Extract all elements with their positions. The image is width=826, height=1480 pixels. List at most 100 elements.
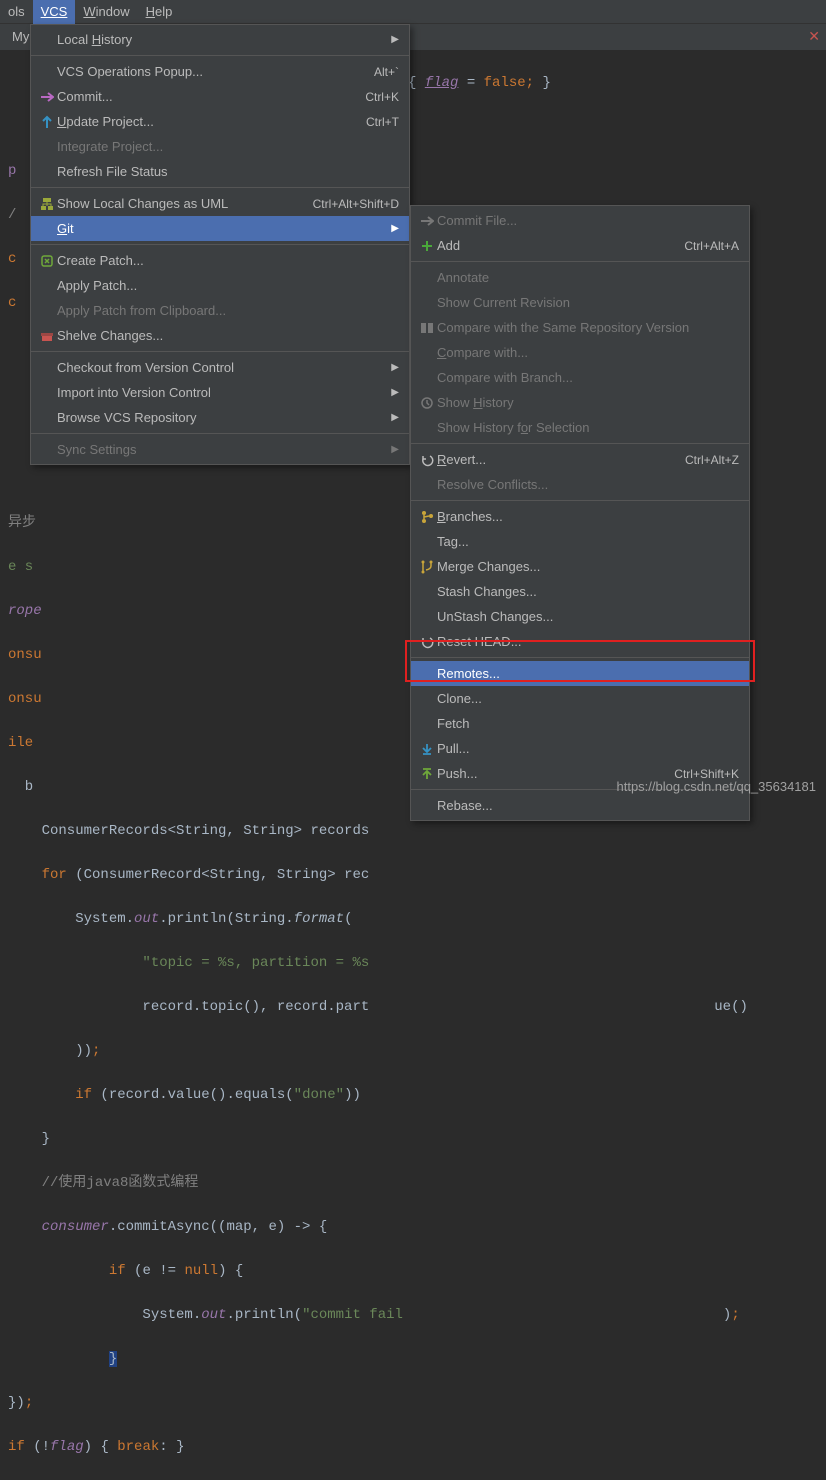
menu-item-label: Tag... bbox=[437, 534, 739, 549]
menu-help-label: Help bbox=[146, 4, 173, 19]
shortcut-label: Ctrl+Alt+Z bbox=[685, 453, 739, 467]
menu-stash[interactable]: Stash Changes... bbox=[411, 579, 749, 604]
menubar: ols VCS Window Help bbox=[0, 0, 826, 24]
menu-separator bbox=[411, 261, 749, 262]
menu-item-label: Merge Changes... bbox=[437, 559, 739, 574]
menu-item-label: VCS Operations Popup... bbox=[57, 64, 354, 79]
menu-item-label: UnStash Changes... bbox=[437, 609, 739, 624]
menu-item-label: Import into Version Control bbox=[57, 385, 389, 400]
menu-unstash[interactable]: UnStash Changes... bbox=[411, 604, 749, 629]
menu-tag[interactable]: Tag... bbox=[411, 529, 749, 554]
reset-icon bbox=[417, 635, 437, 649]
menu-item-label: Compare with the Same Repository Version bbox=[437, 320, 739, 335]
menu-item-label: Stash Changes... bbox=[437, 584, 739, 599]
submenu-arrow-icon: ▶ bbox=[389, 362, 399, 373]
menu-clone[interactable]: Clone... bbox=[411, 686, 749, 711]
menu-item-label: Show History bbox=[437, 395, 739, 410]
menu-item-label: Apply Patch from Clipboard... bbox=[57, 303, 399, 318]
merge-icon bbox=[417, 560, 437, 574]
menu-revert[interactable]: Revert... Ctrl+Alt+Z bbox=[411, 447, 749, 472]
commit-icon bbox=[417, 214, 437, 228]
menu-separator bbox=[31, 55, 409, 56]
menu-reset-head[interactable]: Reset HEAD... bbox=[411, 629, 749, 654]
menu-update-project[interactable]: Update Project... Ctrl+T bbox=[31, 109, 409, 134]
menu-item-label: Local History bbox=[57, 32, 389, 47]
menu-window-label: Window bbox=[83, 4, 129, 19]
menu-item-label: Add bbox=[437, 238, 664, 253]
menu-import-vc[interactable]: Import into Version Control ▶ bbox=[31, 380, 409, 405]
revert-icon bbox=[417, 453, 437, 467]
menu-fragment-tools[interactable]: ols bbox=[0, 0, 33, 24]
menu-apply-patch[interactable]: Apply Patch... bbox=[31, 273, 409, 298]
menu-item-label: Refresh File Status bbox=[57, 164, 399, 179]
menu-fetch[interactable]: Fetch bbox=[411, 711, 749, 736]
menu-refresh-status[interactable]: Refresh File Status bbox=[31, 159, 409, 184]
menu-show-uml[interactable]: Show Local Changes as UML Ctrl+Alt+Shift… bbox=[31, 191, 409, 216]
menu-apply-patch-clipboard: Apply Patch from Clipboard... bbox=[31, 298, 409, 323]
menu-item-label: Create Patch... bbox=[57, 253, 399, 268]
menu-separator bbox=[31, 433, 409, 434]
menu-item-label: Commit File... bbox=[437, 213, 739, 228]
menu-merge[interactable]: Merge Changes... bbox=[411, 554, 749, 579]
patch-icon bbox=[37, 254, 57, 268]
branch-icon bbox=[417, 510, 437, 524]
menu-item-label: Show Local Changes as UML bbox=[57, 196, 293, 211]
close-icon[interactable]: ✕ bbox=[808, 28, 820, 45]
push-icon bbox=[417, 767, 437, 781]
menu-commit[interactable]: Commit... Ctrl+K bbox=[31, 84, 409, 109]
menu-compare-same: Compare with the Same Repository Version bbox=[411, 315, 749, 340]
menu-branches[interactable]: Branches... bbox=[411, 504, 749, 529]
watermark: https://blog.csdn.net/qq_35634181 bbox=[617, 779, 817, 794]
menu-show-revision: Show Current Revision bbox=[411, 290, 749, 315]
menu-integrate-project: Integrate Project... bbox=[31, 134, 409, 159]
menu-vcs[interactable]: VCS bbox=[33, 0, 76, 24]
menu-vcs-operations[interactable]: VCS Operations Popup... Alt+` bbox=[31, 59, 409, 84]
menu-item-label: Apply Patch... bbox=[57, 278, 399, 293]
submenu-arrow-icon: ▶ bbox=[389, 444, 399, 455]
shortcut-label: Ctrl+T bbox=[366, 115, 399, 129]
commit-icon bbox=[37, 90, 57, 104]
menu-create-patch[interactable]: Create Patch... bbox=[31, 248, 409, 273]
menu-git[interactable]: Git ▶ bbox=[31, 216, 409, 241]
menu-sync-settings[interactable]: Sync Settings ▶ bbox=[31, 437, 409, 462]
menu-compare-with: Compare with... bbox=[411, 340, 749, 365]
menu-item-label: Branches... bbox=[437, 509, 739, 524]
menu-separator bbox=[411, 657, 749, 658]
menu-window[interactable]: Window bbox=[75, 0, 137, 24]
menu-commit-file: Commit File... bbox=[411, 208, 749, 233]
menu-item-label: Revert... bbox=[437, 452, 665, 467]
menu-resolve-conflicts: Resolve Conflicts... bbox=[411, 472, 749, 497]
menu-item-label: Browse VCS Repository bbox=[57, 410, 389, 425]
menu-remotes[interactable]: Remotes... bbox=[411, 661, 749, 686]
menu-local-history[interactable]: Local History ▶ bbox=[31, 27, 409, 52]
submenu-arrow-icon: ▶ bbox=[389, 223, 399, 234]
shortcut-label: Ctrl+Alt+Shift+D bbox=[313, 197, 399, 211]
menu-item-label: Checkout from Version Control bbox=[57, 360, 389, 375]
menu-item-label: Resolve Conflicts... bbox=[437, 477, 739, 492]
menu-separator bbox=[31, 351, 409, 352]
menu-item-label: Reset HEAD... bbox=[437, 634, 739, 649]
menu-item-label: Commit... bbox=[57, 89, 345, 104]
menu-item-label: Compare with... bbox=[437, 345, 739, 360]
menu-item-label: Sync Settings bbox=[57, 442, 389, 457]
menu-item-label: Update Project... bbox=[57, 114, 346, 129]
shortcut-label: Ctrl+Alt+A bbox=[684, 239, 739, 253]
menu-annotate: Annotate bbox=[411, 265, 749, 290]
submenu-arrow-icon: ▶ bbox=[389, 412, 399, 423]
vcs-dropdown: Local History ▶ VCS Operations Popup... … bbox=[30, 24, 410, 465]
menu-checkout-vc[interactable]: Checkout from Version Control ▶ bbox=[31, 355, 409, 380]
menu-git-add[interactable]: Add Ctrl+Alt+A bbox=[411, 233, 749, 258]
menu-rebase[interactable]: Rebase... bbox=[411, 793, 749, 818]
submenu-arrow-icon: ▶ bbox=[389, 387, 399, 398]
menu-separator bbox=[31, 187, 409, 188]
menu-item-label: Clone... bbox=[437, 691, 739, 706]
menu-item-label: Pull... bbox=[437, 741, 739, 756]
history-icon bbox=[417, 396, 437, 410]
menu-separator bbox=[31, 244, 409, 245]
menu-browse-repo[interactable]: Browse VCS Repository ▶ bbox=[31, 405, 409, 430]
menu-pull[interactable]: Pull... bbox=[411, 736, 749, 761]
menu-item-label: Fetch bbox=[437, 716, 739, 731]
menu-shelve-changes[interactable]: Shelve Changes... bbox=[31, 323, 409, 348]
menu-help[interactable]: Help bbox=[138, 0, 181, 24]
add-icon bbox=[417, 240, 437, 252]
